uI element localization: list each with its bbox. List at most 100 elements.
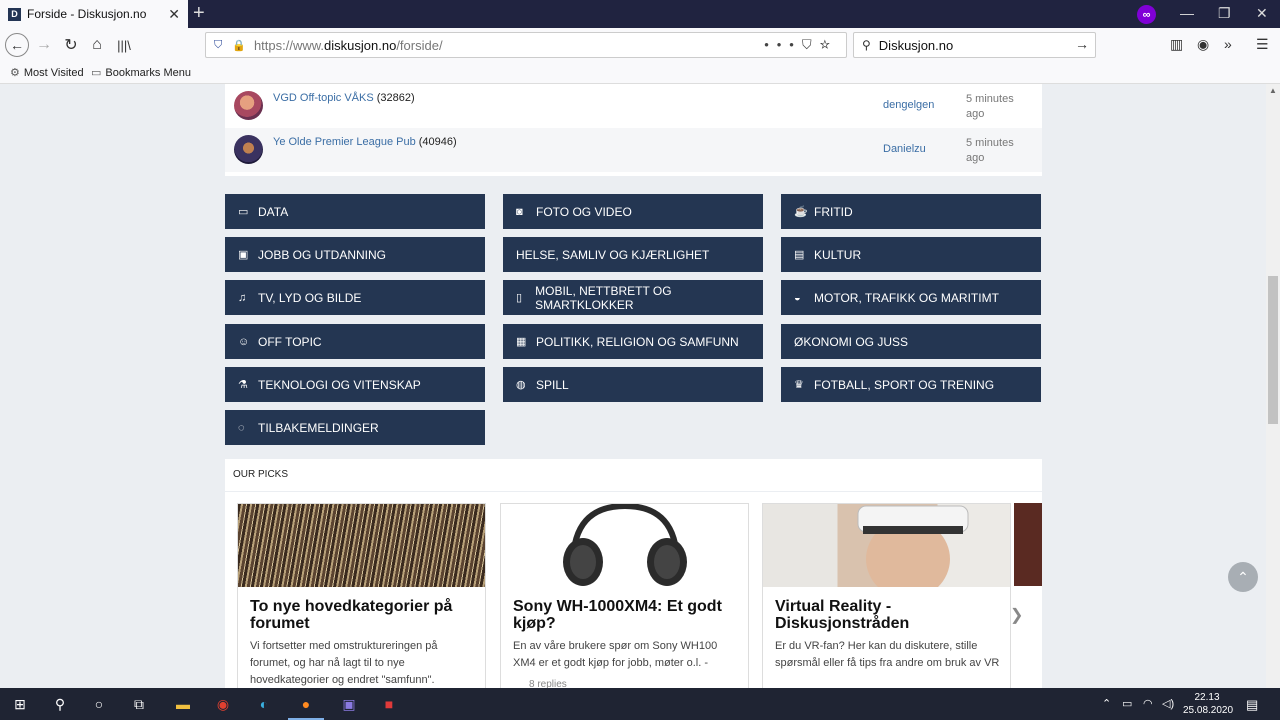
firefox-icon[interactable]: ● bbox=[296, 694, 316, 714]
topic-link[interactable]: VGD Off-topic VÅKS (32862) bbox=[273, 92, 415, 104]
tray-chevron-icon[interactable]: ⌃ bbox=[1102, 697, 1111, 710]
browser-tab[interactable]: D Forside - Diskusjon.no ✕ bbox=[0, 0, 188, 28]
search-go-icon[interactable]: → bbox=[1075, 36, 1089, 52]
windows-taskbar: ⊞ ⚲ ○ ⧉ ▬ ◉ ◐ ● ▣ ■ ⌃ ▭ ◠ ◁) 22.13 25.08.… bbox=[0, 688, 1280, 720]
category-jobb-og-utdanning[interactable]: ▣ JOBB OG UTDANNING bbox=[225, 237, 485, 272]
clock-date: 25.08.2020 bbox=[1183, 705, 1234, 716]
sidebar-icon[interactable]: ▥ bbox=[1170, 36, 1183, 53]
cortana-icon[interactable]: ○ bbox=[89, 694, 109, 714]
forward-button[interactable]: → bbox=[33, 34, 55, 56]
volume-icon[interactable]: ◁) bbox=[1162, 697, 1174, 710]
category-data[interactable]: ▭ DATA bbox=[225, 194, 485, 229]
category-okonomi-og-juss[interactable]: ØKONOMI OG JUSS bbox=[781, 324, 1041, 359]
file-explorer-icon[interactable]: ▬ bbox=[173, 694, 193, 714]
topic-time: 5 minutes ago bbox=[966, 93, 1014, 120]
lock-icon[interactable]: 🔒 bbox=[232, 39, 246, 52]
task-view-icon[interactable]: ⧉ bbox=[129, 694, 149, 714]
overflow-chevron-icon[interactable]: » bbox=[1224, 36, 1232, 52]
camera-icon: ◙ bbox=[516, 205, 523, 218]
category-label: TEKNOLOGI OG VITENSKAP bbox=[258, 377, 421, 392]
headphones-icon bbox=[563, 504, 687, 586]
dashboard-icon: ◒ bbox=[794, 291, 801, 304]
maximize-button[interactable]: ❐ bbox=[1218, 5, 1231, 22]
account-icon[interactable]: ◉ bbox=[1197, 36, 1209, 53]
chrome-icon[interactable]: ◉ bbox=[213, 694, 233, 714]
pick-card-partial[interactable] bbox=[1014, 503, 1042, 586]
headphones-image bbox=[501, 504, 748, 587]
category-label: FOTBALL, SPORT OG TRENING bbox=[814, 377, 995, 392]
url-text: https://www.diskusjon.no/forside/ bbox=[253, 37, 443, 53]
category-label: OFF TOPIC bbox=[258, 334, 322, 349]
avatar[interactable] bbox=[234, 135, 263, 164]
avatar[interactable] bbox=[234, 91, 263, 120]
category-tv-lyd-og-bilde[interactable]: ♫ TV, LYD OG BILDE bbox=[225, 280, 485, 315]
category-politikk[interactable]: ▦ POLITIKK, RELIGION OG SAMFUNN bbox=[503, 324, 763, 359]
home-button[interactable]: ⌂ bbox=[86, 34, 108, 56]
pick-card[interactable]: Sony WH-1000XM4: Et godt kjøp? En av vår… bbox=[500, 503, 749, 688]
vr-headset-image bbox=[763, 504, 1010, 599]
pick-title[interactable]: Sony WH-1000XM4: Et godt kjøp? bbox=[513, 598, 738, 632]
bookmark-most-visited[interactable]: ⚙ Most Visited bbox=[10, 66, 84, 80]
tab-title: Forside - Diskusjon.no bbox=[27, 7, 147, 21]
category-label: FRITID bbox=[814, 204, 853, 219]
our-picks-carousel: To nye hovedkategorier på forumet Vi for… bbox=[225, 492, 1042, 688]
address-bar[interactable]: ⛉ 🔒 https://www.diskusjon.no/forside/ ••… bbox=[205, 32, 847, 58]
search-text: Diskusjon.no bbox=[878, 37, 954, 53]
category-label: KULTUR bbox=[814, 247, 862, 262]
category-spill[interactable]: ◍ SPILL bbox=[503, 367, 763, 402]
site-favicon-icon: D bbox=[8, 7, 21, 21]
battery-icon[interactable]: ▭ bbox=[1122, 697, 1132, 710]
menu-icon[interactable]: ☰ bbox=[1256, 36, 1269, 53]
library-button[interactable]: |||\ bbox=[113, 34, 135, 56]
page-scrollbar[interactable]: ▲ bbox=[1266, 84, 1280, 688]
scroll-up-icon[interactable]: ▲ bbox=[1269, 86, 1277, 95]
page-actions-icons[interactable]: •••⛉☆ bbox=[764, 37, 838, 53]
chat-app-icon[interactable]: ▣ bbox=[339, 694, 359, 714]
topic-link[interactable]: Ye Olde Premier League Pub (40946) bbox=[273, 136, 457, 148]
pick-title[interactable]: To nye hovedkategorier på forumet bbox=[250, 598, 475, 632]
carousel-next-icon[interactable]: ❯ bbox=[1010, 605, 1023, 625]
film-icon: ▤ bbox=[794, 249, 805, 261]
close-window-button[interactable]: ✕ bbox=[1256, 5, 1268, 22]
category-tilbakemeldinger[interactable]: ◌ TILBAKEMELDINGER bbox=[225, 410, 485, 445]
minimize-button[interactable]: — bbox=[1180, 5, 1194, 21]
notifications-icon[interactable]: ▤ bbox=[1246, 697, 1258, 713]
topic-last-user[interactable]: dengelgen bbox=[883, 99, 934, 111]
building-icon: ▦ bbox=[516, 336, 527, 348]
comments-icon: ◌ bbox=[238, 421, 245, 434]
category-teknologi[interactable]: ⚗ TEKNOLOGI OG VITENSKAP bbox=[225, 367, 485, 402]
close-tab-icon[interactable]: ✕ bbox=[168, 6, 180, 23]
category-kultur[interactable]: ▤ KULTUR bbox=[781, 237, 1041, 272]
category-helse-samliv[interactable]: HELSE, SAMLIV OG KJÆRLIGHET bbox=[503, 237, 763, 272]
scroll-to-top-button[interactable]: ⌃ bbox=[1228, 562, 1258, 592]
windows-start-icon[interactable]: ⊞ bbox=[10, 694, 30, 714]
search-bar[interactable]: ⚲ Diskusjon.no → bbox=[853, 32, 1096, 58]
reload-button[interactable]: ↻ bbox=[60, 34, 82, 56]
category-off-topic[interactable]: ☺ OFF TOPIC bbox=[225, 324, 485, 359]
topic-last-user[interactable]: Danielzu bbox=[883, 143, 926, 155]
bookmark-menu[interactable]: ▭ Bookmarks Menu bbox=[91, 66, 191, 80]
category-foto-og-video[interactable]: ◙ FOTO OG VIDEO bbox=[503, 194, 763, 229]
red-app-icon[interactable]: ■ bbox=[379, 694, 399, 714]
edge-icon[interactable]: ◐ bbox=[254, 694, 274, 714]
pick-title[interactable]: Virtual Reality - Diskusjonstråden bbox=[775, 598, 1000, 632]
category-motor[interactable]: ◒ MOTOR, TRAFIKK OG MARITIMT bbox=[781, 280, 1041, 315]
category-fritid[interactable]: ☕ FRITID bbox=[781, 194, 1041, 229]
category-mobil[interactable]: ▯ MOBIL, NETTBRETT OG SMARTKLOKKER bbox=[503, 280, 763, 315]
our-picks-heading: OUR PICKS bbox=[225, 459, 1042, 491]
scrollbar-thumb[interactable] bbox=[1268, 276, 1278, 424]
wifi-icon[interactable]: ◠ bbox=[1143, 697, 1153, 710]
tracking-shield-icon[interactable]: ⛉ bbox=[214, 39, 222, 52]
main-content: VGD Off-topic VÅKS (32862) dengelgen 5 m… bbox=[225, 84, 1042, 688]
search-icon[interactable]: ⚲ bbox=[50, 694, 70, 714]
back-button[interactable]: ← bbox=[5, 33, 29, 57]
category-label: SPILL bbox=[536, 377, 569, 392]
pick-card[interactable]: Virtual Reality - Diskusjonstråden Er du… bbox=[762, 503, 1011, 688]
category-label: DATA bbox=[258, 204, 289, 219]
new-tab-button[interactable]: + bbox=[193, 3, 205, 23]
category-label: POLITIKK, RELIGION OG SAMFUNN bbox=[536, 334, 739, 349]
category-fotball[interactable]: ♛ FOTBALL, SPORT OG TRENING bbox=[781, 367, 1041, 402]
pick-card[interactable]: To nye hovedkategorier på forumet Vi for… bbox=[237, 503, 486, 688]
clock[interactable]: 22.13 25.08.2020 bbox=[1183, 691, 1234, 717]
bookmark-label: Most Visited bbox=[23, 66, 84, 79]
